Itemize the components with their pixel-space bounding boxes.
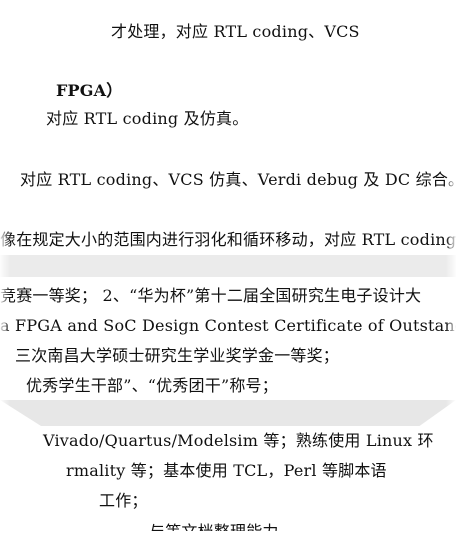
gray-band — [0, 255, 456, 277]
top-crop-mask — [0, 0, 456, 12]
document-line-10: Vivado/Quartus/Modelsim 等；熟练使用 Linux 环 — [43, 431, 434, 450]
document-line-1: 才处理，对应 RTL coding、VCS — [111, 22, 360, 41]
document-line-2: FPGA） — [56, 81, 123, 100]
document-line-3: 对应 RTL coding 及仿真。 — [46, 109, 249, 128]
document-line-6: 竞赛一等奖； 2、“华为杯”第十二届全国研究生电子设计大 — [0, 286, 422, 305]
left-edge-fade — [0, 0, 10, 541]
document-line-8: 三次南昌大学硕士研究生学业奖学金一等奖； — [15, 346, 340, 365]
right-edge-fade — [446, 0, 456, 541]
document-line-4: 对应 RTL coding、VCS 仿真、Verdi debug 及 DC 综合… — [20, 170, 456, 189]
document-line-7: a FPGA and SoC Design Contest Certificat… — [0, 316, 456, 335]
document-line-12: 工作； — [99, 491, 148, 510]
document-line-9: 优秀学生干部”、“优秀团干”称号； — [26, 376, 278, 395]
gray-trapezoid-band — [0, 400, 456, 426]
document-page: 才处理，对应 RTL coding、VCS FPGA） 对应 RTL codin… — [0, 0, 456, 541]
document-line-11: rmality 等；基本使用 TCL，Perl 等脚本语 — [66, 461, 387, 480]
bottom-crop-mask — [0, 531, 456, 541]
document-line-5: 像在规定大小的范围内进行羽化和循环移动，对应 RTL coding — [0, 230, 456, 249]
